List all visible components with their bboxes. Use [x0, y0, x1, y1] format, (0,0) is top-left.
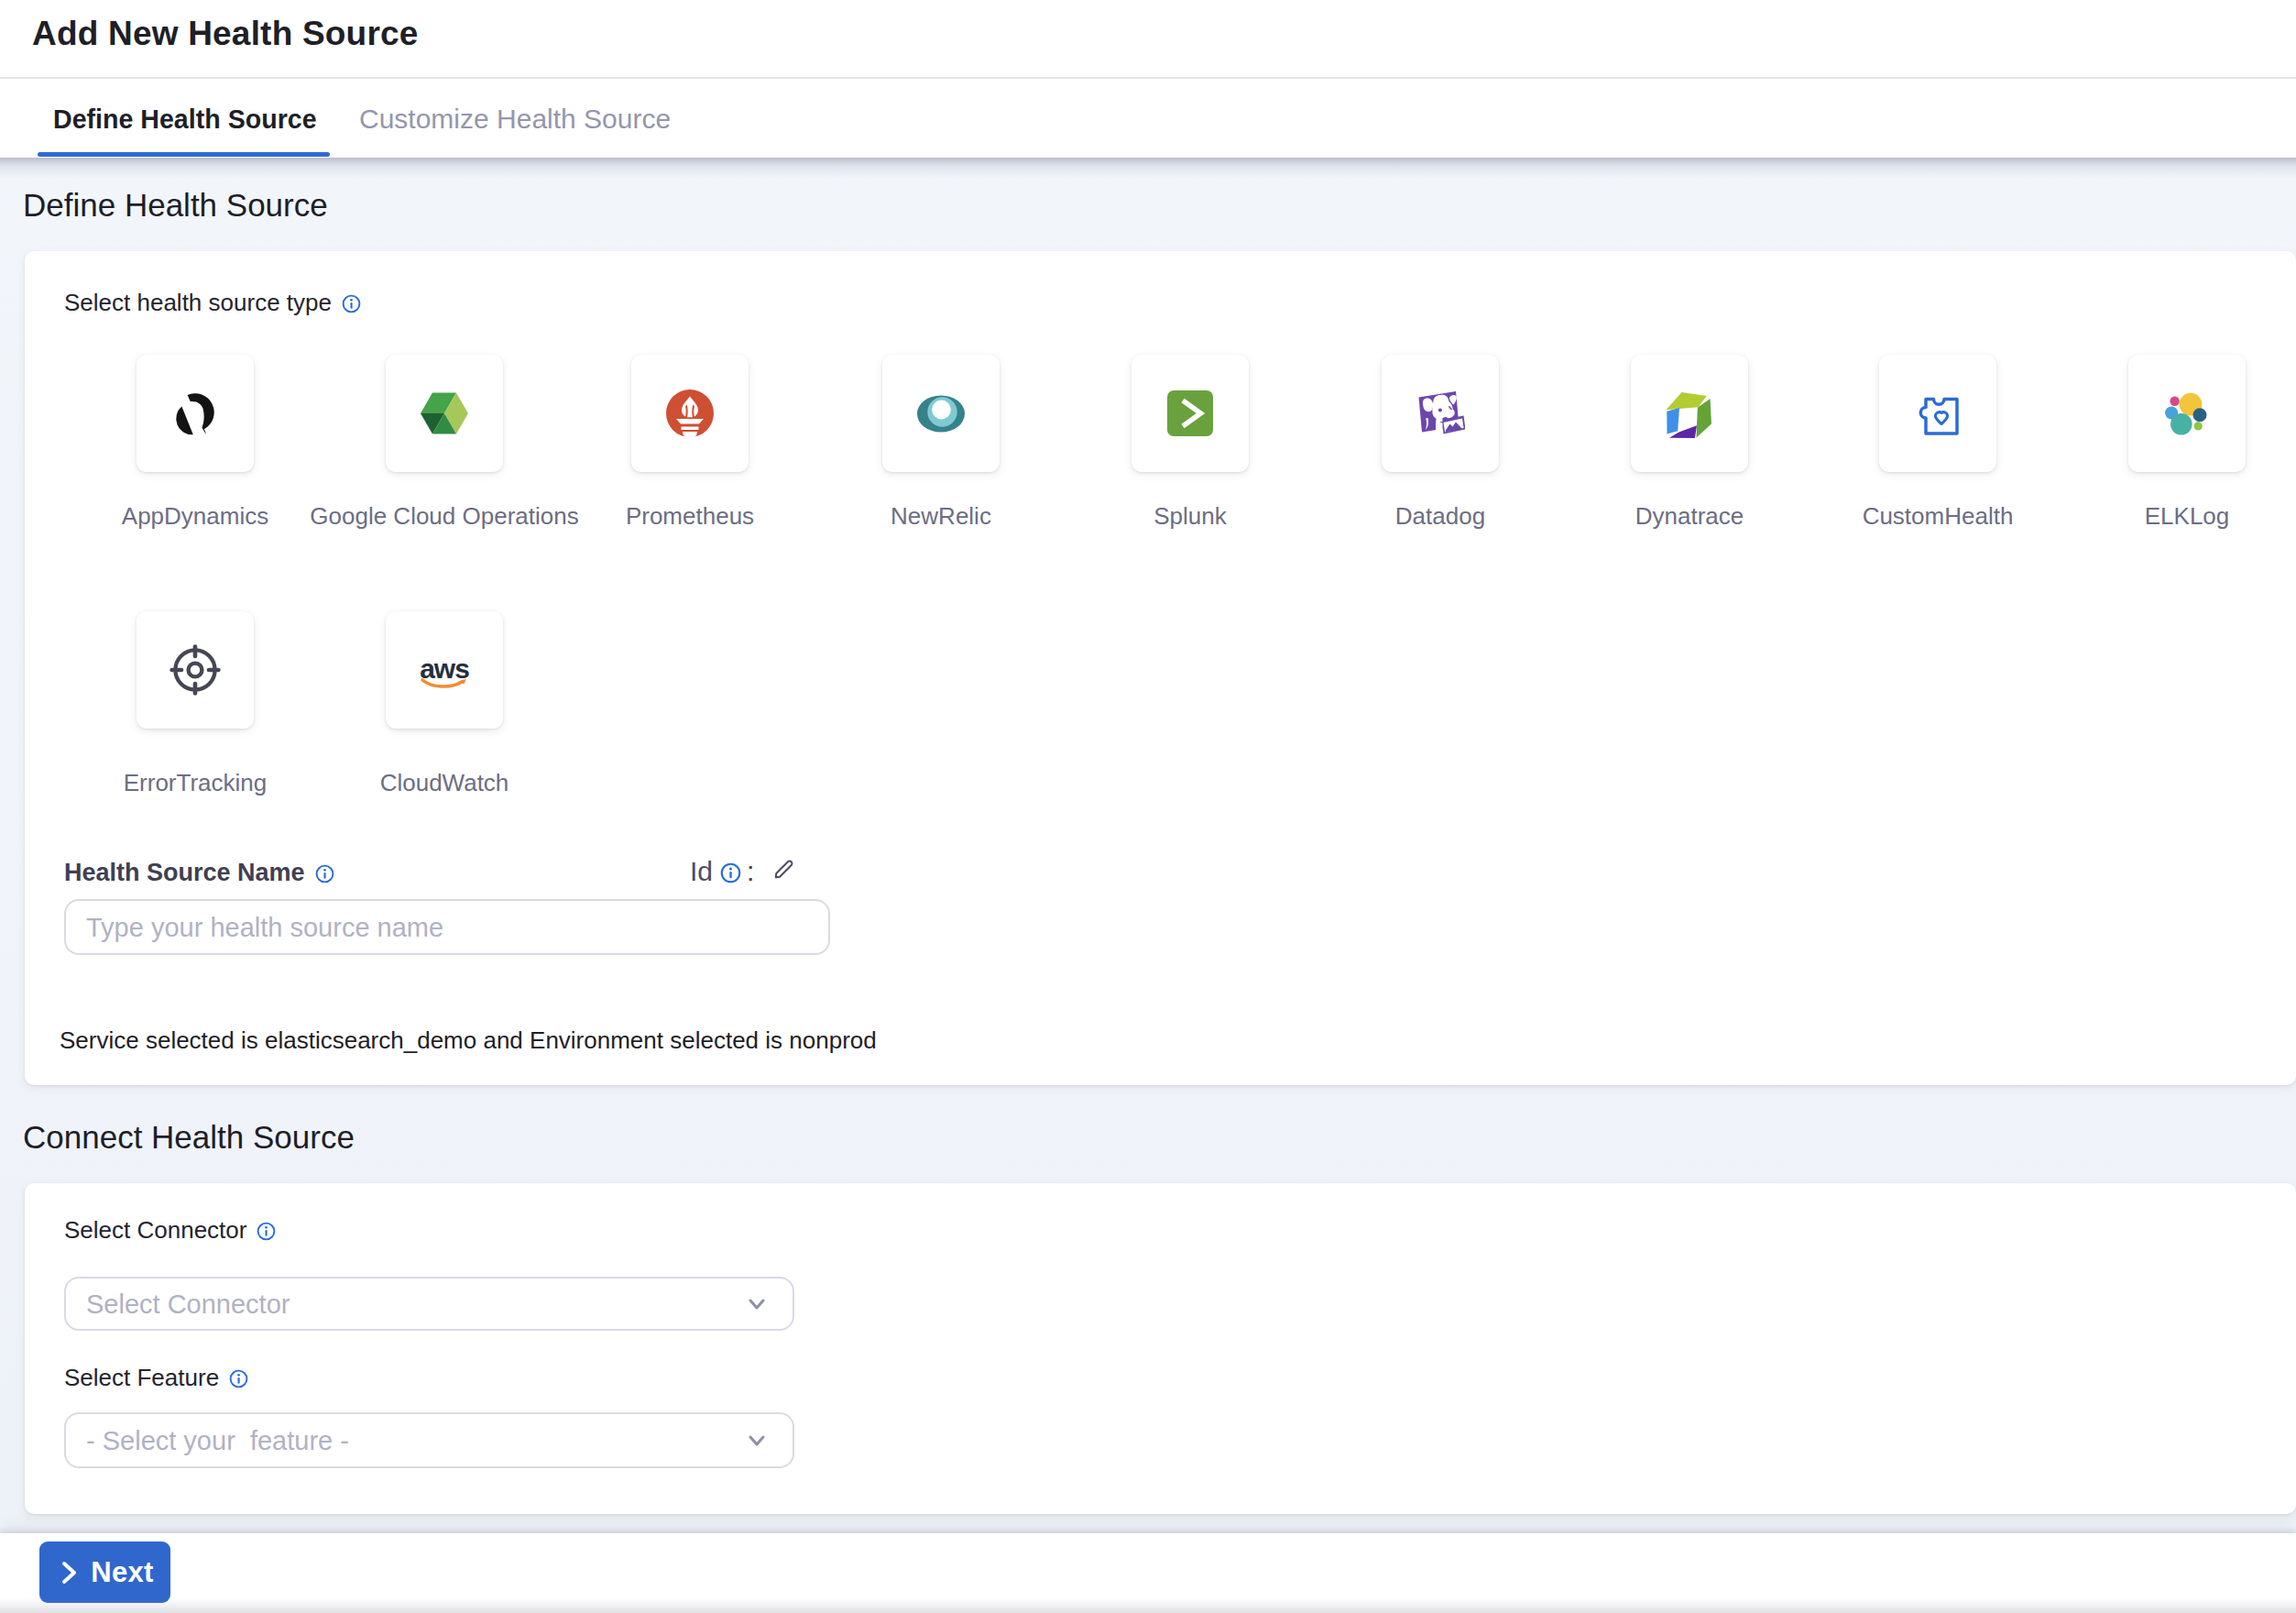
svg-text:aws: aws	[420, 653, 469, 684]
